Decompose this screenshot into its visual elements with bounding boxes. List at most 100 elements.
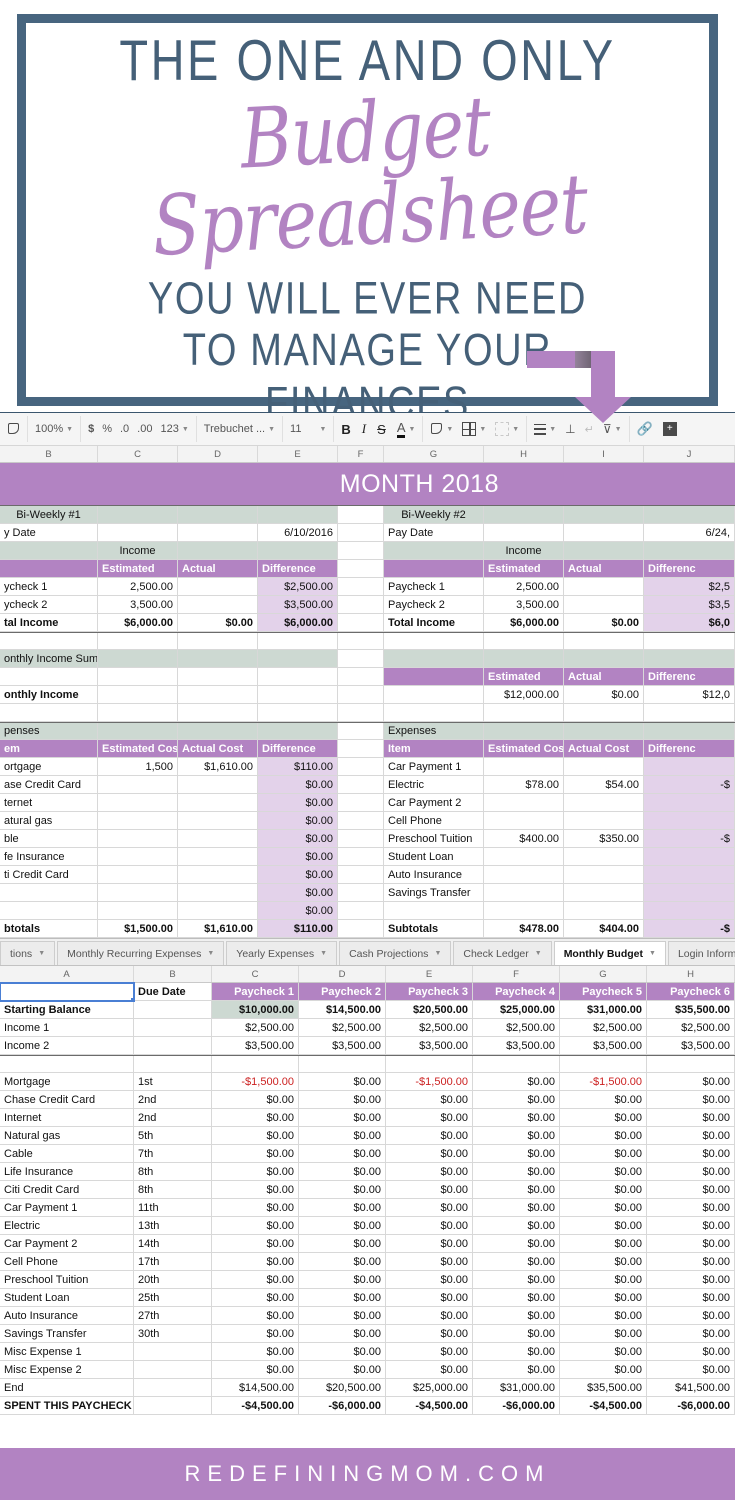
horizontal-align-button[interactable]: ▼ [534, 423, 556, 435]
sheet-tab-bar[interactable]: tions ▼ Monthly Recurring Expenses ▼ Yearly … [0, 938, 735, 966]
table-row[interactable]: ycheck 1 2,500.00 $2,500.00 Paycheck 1 2,500… [0, 578, 735, 596]
cell[interactable]: $0.00 [386, 1109, 473, 1127]
table-row[interactable]: btotals $1,500.00 $1,610.00 $110.00 Subtotal… [0, 920, 735, 938]
cell[interactable]: Differenc [644, 668, 735, 686]
cell[interactable]: $0.00 [473, 1091, 560, 1109]
cell[interactable]: Car Payment 1 [384, 758, 484, 776]
cell[interactable]: Cable [0, 1145, 134, 1163]
cell[interactable]: Subtotals [384, 920, 484, 938]
table-row[interactable]: Mortgage 1st -$1,500.00 $0.00 -$1,500.00 $0.0… [0, 1073, 735, 1091]
cell[interactable] [338, 560, 384, 578]
cell[interactable]: $0.00 [258, 812, 338, 830]
cell[interactable]: $0.00 [212, 1253, 299, 1271]
cell[interactable]: 30th [134, 1325, 212, 1343]
cell[interactable] [338, 650, 384, 668]
cell[interactable]: $0.00 [299, 1073, 386, 1091]
cell[interactable]: $0.00 [473, 1199, 560, 1217]
cell[interactable]: Paycheck 4 [473, 983, 560, 1001]
cell[interactable]: $0.00 [386, 1127, 473, 1145]
cell[interactable]: ble [0, 830, 98, 848]
cell[interactable]: $2,500.00 [647, 1019, 735, 1037]
cell[interactable]: $0.00 [560, 1235, 647, 1253]
cell[interactable] [564, 812, 644, 830]
cell[interactable]: Internet [0, 1109, 134, 1127]
cell[interactable] [564, 758, 644, 776]
cell[interactable] [484, 758, 564, 776]
cell[interactable] [0, 902, 98, 920]
column-header-g[interactable]: G [384, 446, 484, 462]
cell[interactable]: $110.00 [258, 920, 338, 938]
cell[interactable]: em [0, 740, 98, 758]
cell[interactable]: onthly Income [0, 686, 98, 704]
cell[interactable]: Mortgage [0, 1073, 134, 1091]
table-row[interactable]: Misc Expense 1 $0.00 $0.00 $0.00 $0.00 $0.00 $… [0, 1343, 735, 1361]
column-header-h[interactable]: H [484, 446, 564, 462]
cell[interactable] [564, 596, 644, 614]
cell[interactable]: $0.00 [212, 1145, 299, 1163]
cell[interactable] [134, 1001, 212, 1019]
chevron-down-icon[interactable]: ▼ [320, 950, 327, 957]
cell[interactable]: Misc Expense 1 [0, 1343, 134, 1361]
cell[interactable]: $20,500.00 [299, 1379, 386, 1397]
paint-format-icon[interactable] [7, 422, 20, 436]
cell[interactable]: ycheck 2 [0, 596, 98, 614]
cell[interactable] [178, 578, 258, 596]
cell[interactable]: $0.00 [299, 1307, 386, 1325]
cell[interactable] [384, 668, 484, 686]
cell[interactable]: $2,500.00 [473, 1019, 560, 1037]
cell[interactable] [258, 704, 338, 722]
cell[interactable]: $0.00 [386, 1289, 473, 1307]
chevron-down-icon[interactable]: ▼ [434, 950, 441, 957]
cell[interactable]: $0.00 [386, 1199, 473, 1217]
cell[interactable] [338, 776, 384, 794]
cell[interactable]: 2nd [134, 1091, 212, 1109]
sheet-tab-login-information[interactable]: Login Information▼ [667, 941, 735, 965]
cell[interactable]: 25th [134, 1289, 212, 1307]
cell[interactable]: $2,500.00 [386, 1019, 473, 1037]
cell[interactable] [644, 902, 735, 920]
cell[interactable] [299, 1056, 386, 1073]
cell[interactable]: $0.00 [647, 1343, 735, 1361]
cell[interactable]: $2,5 [644, 578, 735, 596]
sheet-tab-monthly-budget[interactable]: Monthly Budget ▼ [553, 941, 666, 965]
cell[interactable] [178, 686, 258, 704]
cell[interactable]: Starting Balance [0, 1001, 134, 1019]
cell[interactable]: Paycheck 6 [647, 983, 735, 1001]
cell[interactable]: $0.00 [647, 1217, 735, 1235]
table-row[interactable]: Auto Insurance 27th $0.00 $0.00 $0.00 $0.00 $0… [0, 1307, 735, 1325]
table-row[interactable]: SPENT THIS PAYCHECK -$4,500.00 -$6,000.00-… [0, 1397, 735, 1415]
italic-button[interactable]: I [362, 421, 366, 437]
text-color-button[interactable]: A ▼ [396, 421, 415, 438]
cell[interactable]: Car Payment 2 [0, 1235, 134, 1253]
cell[interactable]: $0.00 [299, 1145, 386, 1163]
cell[interactable] [564, 704, 644, 722]
cell[interactable] [338, 704, 384, 722]
cell[interactable]: $0.00 [299, 1109, 386, 1127]
cell[interactable] [258, 668, 338, 686]
cell[interactable] [644, 812, 735, 830]
cell[interactable]: $1,610.00 [178, 920, 258, 938]
cell[interactable]: Total Income [384, 614, 484, 632]
cell[interactable] [338, 812, 384, 830]
cell[interactable]: Student Loan [384, 848, 484, 866]
cell[interactable]: $0.00 [212, 1163, 299, 1181]
bottom-spreadsheet[interactable]: ABCDEFGH Due Date Paycheck 1 Paycheck 2 Pay… [0, 966, 735, 1415]
cell[interactable] [484, 866, 564, 884]
cell[interactable] [98, 723, 178, 740]
cell[interactable]: $3,500.00 [258, 596, 338, 614]
cell[interactable]: $0.00 [212, 1271, 299, 1289]
cell[interactable]: -$6,000.00 [473, 1397, 560, 1415]
cell[interactable]: -$1,500.00 [560, 1073, 647, 1091]
cell[interactable] [0, 884, 98, 902]
table-row[interactable]: End $14,500.00 $20,500.00 $25,000.00 $31,000… [0, 1379, 735, 1397]
font-family-selector[interactable]: Trebuchet ... ▼ [204, 423, 275, 435]
cell[interactable]: Chase Credit Card [0, 1091, 134, 1109]
cell[interactable] [484, 884, 564, 902]
cell[interactable]: $0.00 [647, 1307, 735, 1325]
cell[interactable] [0, 982, 135, 1002]
cell[interactable]: $350.00 [564, 830, 644, 848]
sheet-tab-check-ledger[interactable]: Check Ledger ▼ [453, 941, 552, 965]
cell[interactable] [484, 723, 564, 740]
cell[interactable] [98, 506, 178, 524]
cell[interactable]: $25,000.00 [386, 1379, 473, 1397]
